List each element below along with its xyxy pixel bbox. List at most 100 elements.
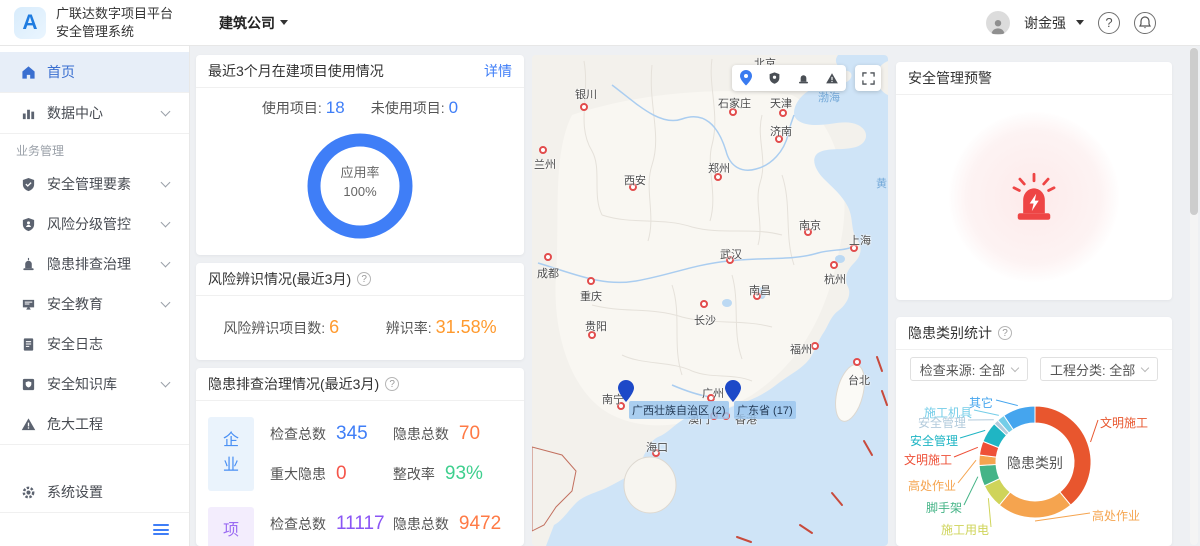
org-selector-label: 建筑公司 <box>219 13 275 33</box>
sidebar-item-risk-control[interactable]: 风险分级管控 <box>0 204 189 244</box>
siren-icon <box>1008 171 1060 223</box>
warning-triangle-icon <box>20 416 36 432</box>
document-icon <box>20 336 36 352</box>
hazard-stat: 隐患总数9472 <box>393 513 510 535</box>
user-menu[interactable]: 谢金强 <box>1024 13 1084 33</box>
app-title-line2: 安全管理系统 <box>56 23 173 41</box>
project-type-select[interactable]: 工程分类: 全部 <box>1040 357 1158 381</box>
map-city-label: 南京 <box>799 217 821 233</box>
map-city-label: 海口 <box>646 439 668 455</box>
project-type-value: 全部 <box>1109 363 1135 378</box>
map-city-label: 天津 <box>770 95 792 111</box>
warning-card-title: 安全管理预警 <box>908 68 992 88</box>
info-icon[interactable]: ? <box>385 377 399 391</box>
sidebar-item-data-center[interactable]: 数据中心 <box>0 93 189 133</box>
map-region-chip[interactable]: 广西壮族自治区 (2) <box>629 401 729 419</box>
donut-label: 脚手架 <box>926 499 962 516</box>
sidebar: 首页 数据中心 业务管理 安全管理要素 风险分级管控 隐患排查治理 安全教育 <box>0 46 190 546</box>
map-pin-icon[interactable] <box>725 380 741 402</box>
unused-projects-label: 未使用项目: <box>371 100 445 116</box>
sidebar-item-label: 危大工程 <box>47 414 103 434</box>
sidebar-item-safety-log[interactable]: 安全日志 <box>0 324 189 364</box>
scrollbar-thumb[interactable] <box>1190 48 1198 215</box>
info-icon[interactable]: ? <box>998 326 1012 340</box>
hazard-stats-row: 项目检查总数11117隐患总数9472重大隐患28整改率96% <box>196 491 524 546</box>
sidebar-item-settings[interactable]: 系统设置 <box>0 472 189 512</box>
map-risk-layer-button[interactable] <box>765 68 785 88</box>
risk-count-value: 6 <box>329 317 339 337</box>
detail-link[interactable]: 详情 <box>484 61 512 81</box>
map-city-label: 兰州 <box>534 156 556 172</box>
map-city-label: 台北 <box>848 372 870 388</box>
check-source-select[interactable]: 检查来源: 全部 <box>910 357 1028 381</box>
chevron-down-icon <box>1076 20 1084 25</box>
risk-count-stat: 风险辨识项目数:6 <box>223 317 339 338</box>
map-city-label: 石家庄 <box>718 95 751 111</box>
donut-label: 安全管理 <box>918 414 966 431</box>
usage-card-title: 最近3个月在建项目使用情况 <box>208 61 384 81</box>
map-city-dot <box>700 300 708 308</box>
org-selector[interactable]: 建筑公司 <box>219 13 288 33</box>
map-city-dot <box>544 253 552 261</box>
donut-label: 高处作业 <box>1092 507 1140 524</box>
sidebar-item-label: 安全知识库 <box>47 374 117 394</box>
risk-card-title: 风险辨识情况(最近3月) <box>208 269 351 289</box>
usage-ring-chart: 应用率 100% <box>300 126 420 251</box>
avatar <box>986 11 1010 35</box>
home-icon <box>20 64 36 80</box>
used-projects-value: 18 <box>326 98 345 117</box>
map-pin-icon[interactable] <box>618 380 634 402</box>
siren-icon <box>20 256 36 272</box>
education-icon <box>20 296 36 312</box>
sidebar-item-label: 安全管理要素 <box>47 174 131 194</box>
hazard-row-badge: 企业 <box>208 417 254 491</box>
donut-label: 文明施工 <box>1100 414 1148 431</box>
hazard-card-title: 隐患排查治理情况(最近3月) <box>208 374 379 394</box>
collapse-menu-icon[interactable] <box>153 522 169 538</box>
sidebar-item-hazard-treatment[interactable]: 隐患排查治理 <box>0 244 189 284</box>
donut-label: 文明施工 <box>904 451 952 468</box>
help-button[interactable]: ? <box>1098 12 1120 34</box>
chevron-down-icon <box>161 218 171 228</box>
sidebar-item-major-projects[interactable]: 危大工程 <box>0 404 189 444</box>
map-city-label: 南昌 <box>749 282 771 298</box>
donut-label: 安全管理 <box>910 432 958 449</box>
map-city-label: 西安 <box>624 172 646 188</box>
map-location-layer-button[interactable] <box>736 68 756 88</box>
hazard-stat: 整改率93% <box>393 463 510 485</box>
map-city-dot <box>853 358 861 366</box>
hazard-stat: 检查总数11117 <box>270 513 393 535</box>
map-fullscreen-button[interactable] <box>855 65 881 91</box>
map-city-label: 杭州 <box>824 271 846 287</box>
app-title: 广联达数字项目平台 安全管理系统 <box>56 5 173 40</box>
shield-check-icon <box>20 176 36 192</box>
map-city-label: 济南 <box>770 123 792 139</box>
risk-rate-stat: 辨识率:31.58% <box>386 317 497 338</box>
donut-segment[interactable] <box>999 492 1070 518</box>
hazard-stat: 重大隐患0 <box>270 463 393 485</box>
map-danger-layer-button[interactable] <box>822 68 842 88</box>
sidebar-item-safety-elements[interactable]: 安全管理要素 <box>0 164 189 204</box>
chevron-down-icon <box>161 258 171 268</box>
hazard-category-card: 隐患类别统计 ? 检查来源: 全部 工程分类: 全部 <box>896 317 1172 546</box>
info-icon[interactable]: ? <box>357 272 371 286</box>
hazard-treatment-card: 隐患排查治理情况(最近3月) ? 企业检查总数345隐患总数70重大隐患0整改率… <box>196 368 524 546</box>
check-source-label: 检查来源: <box>920 363 976 378</box>
sea-label: 黄 <box>876 175 887 191</box>
map-city-label: 重庆 <box>580 288 602 304</box>
map-city-label: 武汉 <box>720 246 742 262</box>
notification-button[interactable] <box>1134 12 1156 34</box>
map-region-chip[interactable]: 广东省 (17) <box>734 401 796 419</box>
china-map[interactable]: 渤海黄北京银川石家庄天津济南兰州郑州西安南京上海杭州成都重庆武汉南昌长沙贵阳福州… <box>532 55 888 546</box>
gear-icon <box>20 484 36 500</box>
sidebar-item-safety-education[interactable]: 安全教育 <box>0 284 189 324</box>
map-city-label: 郑州 <box>708 160 730 176</box>
sidebar-item-knowledge-base[interactable]: 安全知识库 <box>0 364 189 404</box>
sidebar-item-label: 安全日志 <box>47 334 103 354</box>
map-alarm-layer-button[interactable] <box>793 68 813 88</box>
sidebar-item-home[interactable]: 首页 <box>0 52 189 92</box>
sidebar-item-label: 安全教育 <box>47 294 103 314</box>
app-logo: A <box>14 7 46 39</box>
shield-user-icon <box>20 216 36 232</box>
sidebar-section-label: 业务管理 <box>0 134 189 164</box>
